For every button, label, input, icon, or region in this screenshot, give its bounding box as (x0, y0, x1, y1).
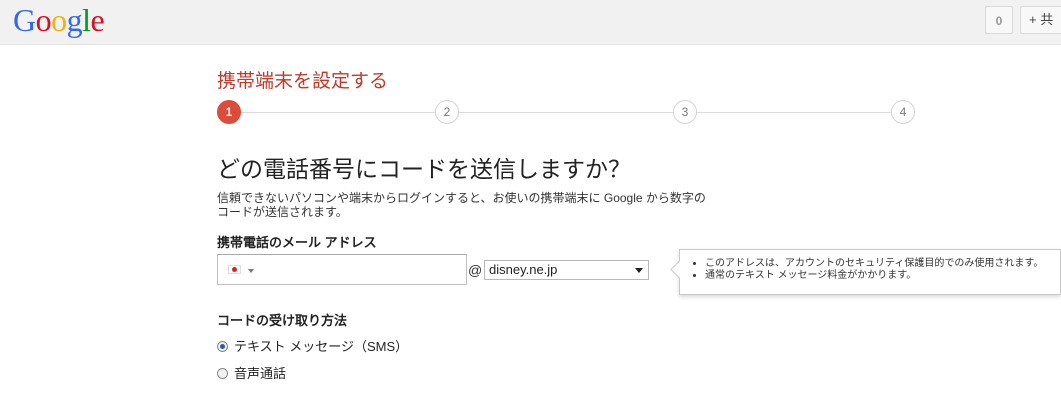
tooltip-item: このアドレスは、アカウントのセキュリティ保護目的でのみ使用されます。 (705, 258, 1060, 270)
method-label: コードの受け取り方法 (217, 313, 348, 328)
question-heading: どの電話番号にコードを送信しますか？ (217, 156, 631, 182)
share-button[interactable]: + 共 (1020, 6, 1061, 34)
country-dropdown-caret-icon[interactable] (248, 269, 254, 273)
step-3: 3 (673, 100, 697, 124)
logo-text: Google (13, 2, 105, 38)
radio-button-voice[interactable] (217, 368, 228, 379)
logo-letter: o (35, 2, 52, 38)
logo-letter: l (82, 2, 91, 38)
at-sign: @ (468, 262, 483, 278)
email-local-input[interactable] (260, 259, 464, 282)
description-text: 信頼できないパソコンや端末からログインすると、お使いの携帯端末に Google … (217, 191, 706, 219)
logo-letter: g (66, 2, 83, 38)
google-logo[interactable]: Google (13, 2, 105, 38)
step-1: 1 (217, 100, 241, 124)
logo-letter: o (51, 2, 67, 38)
radio-label-voice[interactable]: 音声通話 (234, 366, 286, 381)
mobile-email-field[interactable] (217, 254, 467, 285)
step-2: 2 (435, 100, 459, 124)
info-tooltip: このアドレスは、アカウントのセキュリティ保護目的でのみ使用されます。 通常のテキ… (679, 249, 1061, 295)
radio-button-sms[interactable] (217, 341, 228, 352)
email-label: 携帯電話のメール アドレス (217, 235, 377, 250)
domain-selected-value: disney.ne.jp (489, 262, 558, 277)
radio-option-sms[interactable]: テキスト メッセージ（SMS） (217, 336, 408, 355)
radio-label-sms[interactable]: テキスト メッセージ（SMS） (234, 339, 408, 354)
jp-flag-icon[interactable] (228, 265, 241, 274)
logo-letter: e (90, 2, 105, 38)
tooltip-item: 通常のテキスト メッセージ料金がかかります。 (705, 270, 1060, 282)
radio-option-voice[interactable]: 音声通話 (217, 363, 286, 382)
top-bar: Google 0 + 共 (0, 0, 1061, 45)
page-title: 携帯端末を設定する (217, 71, 389, 92)
logo-letter: G (13, 2, 36, 38)
notifications-button[interactable]: 0 (985, 6, 1013, 34)
step-4: 4 (891, 100, 915, 124)
chevron-down-icon (635, 268, 643, 273)
step-progress-line (229, 112, 905, 113)
domain-select[interactable]: disney.ne.jp (484, 260, 649, 280)
